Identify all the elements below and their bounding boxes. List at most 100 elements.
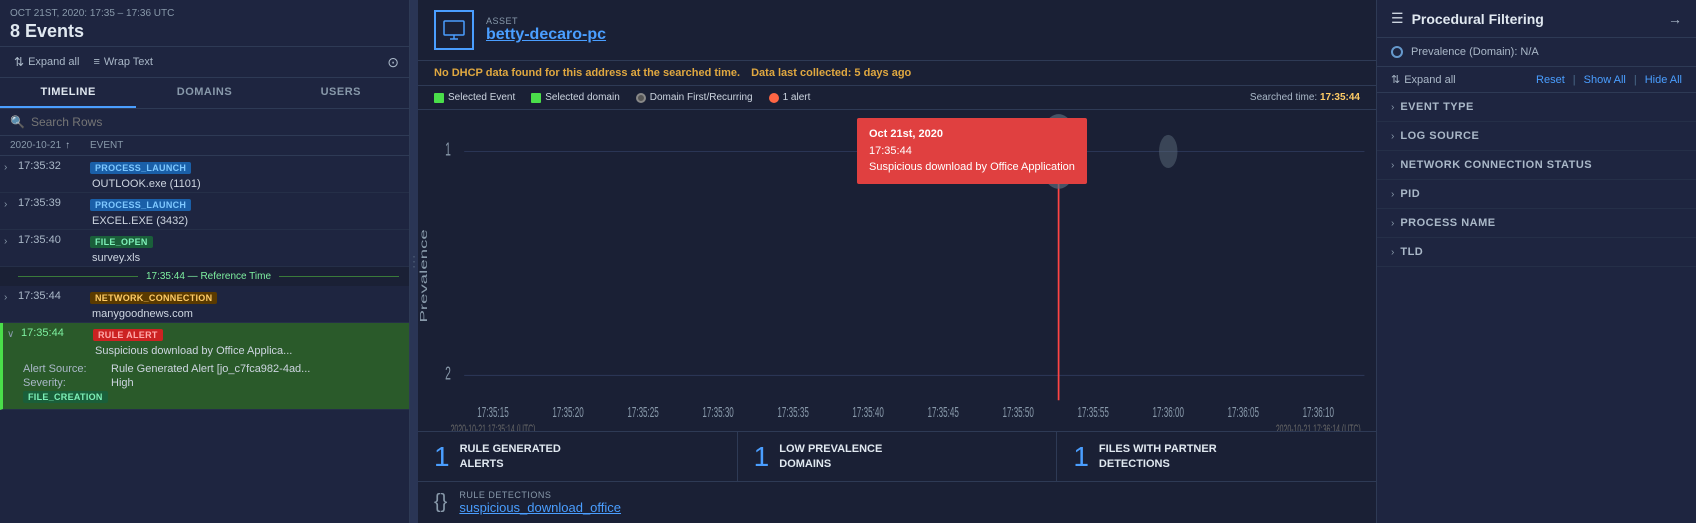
event-name: EXCEL.EXE (3432) [90,215,188,227]
filter-section-header[interactable]: › NETWORK CONNECTION STATUS [1377,151,1696,179]
stat-label: RULE GENERATEDALERTS [460,442,561,471]
filter-section-log-source: › LOG SOURCE [1377,122,1696,151]
tab-domains[interactable]: DOMAINS [136,78,272,108]
radio-dot[interactable] [1391,46,1403,58]
expand-toggle[interactable]: › [4,236,18,247]
legend-label: 1 alert [783,92,811,103]
search-bar: 🔍 [0,109,409,136]
event-content: NETWORK_CONNECTION manygoodnews.com [90,290,405,320]
expand-toggle[interactable]: › [4,199,18,210]
stat-number: 1 [1073,443,1089,471]
event-row-header[interactable]: › 17:35:39 PROCESS_LAUNCH EXCEL.EXE (343… [0,193,409,229]
hide-all-button[interactable]: Hide All [1645,74,1682,86]
detail-value: Rule Generated Alert [jo_c7fca982-4ad... [111,363,310,375]
chart-svg: 1 2 Prevalence 17:35:15 17:35:20 17:35:2… [418,110,1376,431]
svg-text:17:35:50: 17:35:50 [1002,405,1034,421]
event-detail: Alert Source: Rule Generated Alert [jo_c… [3,359,409,409]
expand-toggle[interactable]: › [4,162,18,173]
stats-bar: 1 RULE GENERATEDALERTS 1 LOW PREVALENCED… [418,431,1376,481]
events-list: › 17:35:32 PROCESS_LAUNCH OUTLOOK.exe (1… [0,156,409,523]
expand-all-button[interactable]: ⇅ Expand all [10,53,83,71]
filter-section-header[interactable]: › PID [1377,180,1696,208]
legend-label: Domain First/Recurring [650,92,753,103]
chevron-right-icon: › [1391,189,1394,200]
stat-rule-alerts: 1 RULE GENERATEDALERTS [418,432,738,481]
right-panel-arrow[interactable]: → [1668,11,1682,27]
wrap-text-button[interactable]: ≡ Wrap Text [89,54,157,70]
event-time: 17:35:39 [18,197,90,209]
filter-section-label: TLD [1400,246,1423,258]
legend-selected-domain: Selected domain [531,92,620,103]
filter-section-header[interactable]: › PROCESS NAME [1377,209,1696,237]
event-row-header[interactable]: › 17:35:44 NETWORK_CONNECTION manygoodne… [0,286,409,322]
filter-actions: Reset | Show All | Hide All [1536,74,1682,86]
legend-dot [434,93,444,103]
sort-arrow-icon: ↑ [65,140,70,151]
reference-time-row: 17:35:44 — Reference Time [0,267,409,286]
asset-info: ASSET betty-decaro-pc [486,16,606,44]
event-name: survey.xls [90,252,140,264]
svg-text:17:35:30: 17:35:30 [702,405,734,421]
tab-users[interactable]: USERS [273,78,409,108]
event-row-header[interactable]: › 17:35:40 FILE_OPEN survey.xls [0,230,409,266]
list-item: ∨ 17:35:44 RULE ALERT Suspicious downloa… [0,323,409,410]
toolbar: ⇅ Expand all ≡ Wrap Text ⊙ [0,47,409,78]
chevron-right-icon: › [1391,160,1394,171]
svg-text:1: 1 [445,140,451,161]
event-time: 17:35:44 [18,290,90,302]
right-panel: ☰ Procedural Filtering → Prevalence (Dom… [1376,0,1696,523]
event-content: PROCESS_LAUNCH OUTLOOK.exe (1101) [90,160,405,190]
show-all-button[interactable]: Show All [1584,74,1626,86]
ref-line-right [279,276,399,277]
svg-text:17:35:20: 17:35:20 [552,405,584,421]
wrap-text-label: Wrap Text [104,56,153,68]
expand-all-label: Expand all [1404,74,1455,86]
filter-section-label: PID [1400,188,1420,200]
detail-label: Severity: [23,377,103,389]
event-time: 17:35:44 [21,327,93,339]
expand-all-label: Expand all [28,56,79,68]
prevalence-row: Prevalence (Domain): N/A [1377,38,1696,67]
column-headers: 2020-10-21 ↑ EVENT [0,136,409,156]
list-item: › 17:35:32 PROCESS_LAUNCH OUTLOOK.exe (1… [0,156,409,193]
event-tag: PROCESS_LAUNCH [90,199,191,211]
event-row-header[interactable]: ∨ 17:35:44 RULE ALERT Suspicious downloa… [3,323,409,359]
chevron-right-icon: › [1391,218,1394,229]
expand-toggle[interactable]: › [4,292,18,303]
list-item: › 17:35:44 NETWORK_CONNECTION manygoodne… [0,286,409,323]
filter-section-header[interactable]: › TLD [1377,238,1696,266]
legend-label: Selected Event [448,92,515,103]
filter-section-label: NETWORK CONNECTION STATUS [1400,159,1592,171]
svg-text:Prevalence: Prevalence [418,229,430,322]
event-tag: PROCESS_LAUNCH [90,162,191,174]
rule-info: RULE DETECTIONS suspicious_download_offi… [459,490,621,515]
tab-timeline[interactable]: TIMELINE [0,78,136,108]
legend-circle [769,93,779,103]
middle-panel: ASSET betty-decaro-pc No DHCP data found… [418,0,1376,523]
chevron-right-icon: › [1391,102,1394,113]
filter-section-header[interactable]: › LOG SOURCE [1377,122,1696,150]
wrap-icon: ≡ [93,56,99,68]
filter-expand-all[interactable]: ⇅ Expand all [1391,73,1456,86]
search-input[interactable] [31,115,399,129]
filter-section-header[interactable]: › EVENT TYPE [1377,93,1696,121]
svg-text:17:35:45: 17:35:45 [927,405,959,421]
filter-section-label: LOG SOURCE [1400,130,1479,142]
expand-toggle[interactable]: ∨ [7,329,21,340]
svg-text:17:35:15: 17:35:15 [477,405,509,421]
rule-detection-icon: {} [434,491,447,514]
event-name: OUTLOOK.exe (1101) [90,178,201,190]
filter-section-label: PROCESS NAME [1400,217,1495,229]
list-item: › 17:35:40 FILE_OPEN survey.xls [0,230,409,267]
event-column-header: EVENT [90,140,399,151]
asset-name[interactable]: betty-decaro-pc [486,26,606,44]
more-options-button[interactable]: ⊙ [387,54,399,71]
filter-section-network-status: › NETWORK CONNECTION STATUS [1377,151,1696,180]
legend-circle [636,93,646,103]
reset-button[interactable]: Reset [1536,74,1565,86]
event-row-header[interactable]: › 17:35:32 PROCESS_LAUNCH OUTLOOK.exe (1… [0,156,409,192]
detail-label: Alert Source: [23,363,103,375]
rule-name[interactable]: suspicious_download_office [459,500,621,515]
computer-icon [442,18,466,42]
vertical-divider[interactable] [410,0,418,523]
